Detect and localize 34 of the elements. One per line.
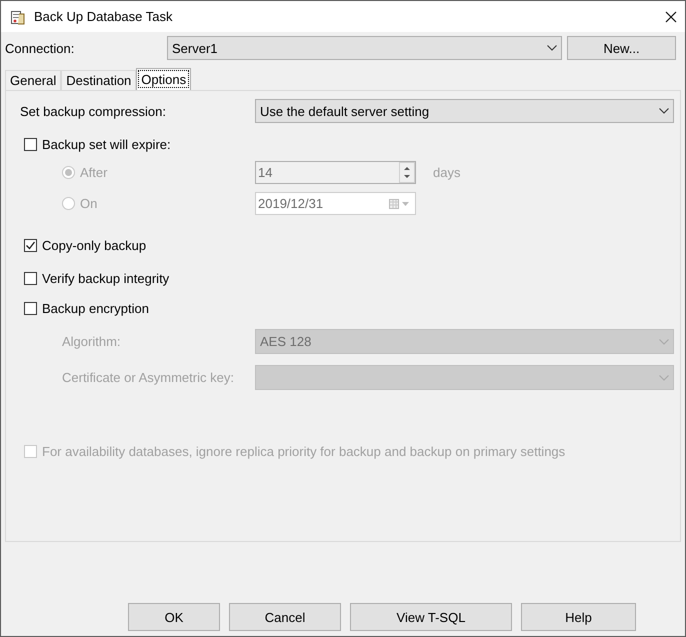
checkbox[interactable] [24,302,37,314]
chevron-down-icon [659,108,669,114]
radio-label: After [80,165,108,180]
chevron-down-icon [659,338,669,344]
dialog-button[interactable]: View T-SQL [350,603,512,631]
connection-label: Connection: [5,40,76,56]
close-icon[interactable] [665,10,677,22]
spinner-arrows-icon[interactable] [399,162,415,183]
dialog-button[interactable]: Cancel [229,603,341,631]
dialog-button[interactable]: OK [128,603,220,631]
unit-label: days [433,165,460,180]
field-label: Algorithm: [62,334,121,349]
tab[interactable]: Destination [61,70,136,90]
dialog-button[interactable]: Help [521,603,636,631]
checkbox-label: Copy-only backup [42,238,146,252]
window-title: Back Up Database Task [34,9,174,24]
chevron-down-icon [547,45,557,51]
tab[interactable]: General [5,70,62,90]
connection-dropdown[interactable]: Server1 [167,36,562,60]
new-button[interactable]: New... [567,36,676,60]
checkbox-label: Backup encryption [42,300,149,316]
chevron-down-icon [659,374,669,380]
compression-label: Set backup compression: [20,104,166,118]
checkbox-label: For availability databases, ignore replica priority for backup and backup on primary settings [42,444,566,458]
checkbox[interactable] [24,138,37,150]
app-icon [10,8,26,24]
tab[interactable]: Options [136,68,192,90]
checkbox-label: Verify backup integrity [42,270,170,286]
radio-label: On [80,196,98,211]
checkbox[interactable] [24,238,37,252]
checkbox[interactable] [24,272,37,284]
checkbox-label: Backup set will expire: [42,136,171,152]
compression-dropdown[interactable]: Use the default server setting [255,99,674,123]
field-label: Certificate or Asymmetric key: [62,370,234,385]
